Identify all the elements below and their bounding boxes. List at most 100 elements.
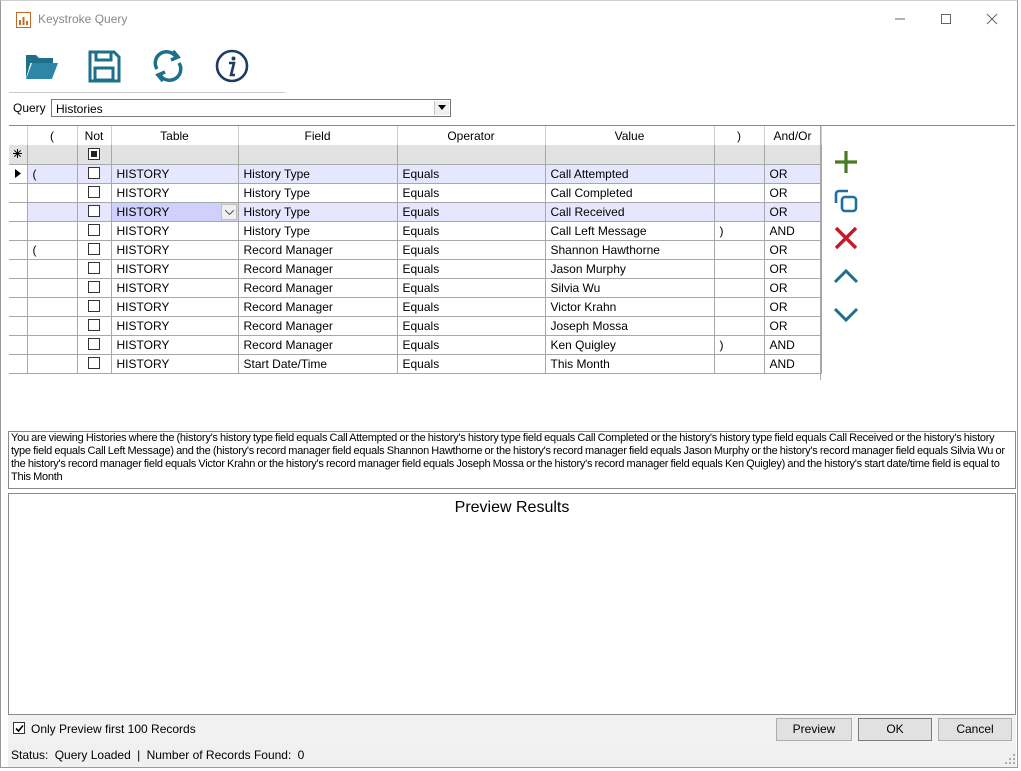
move-up-button[interactable]: [831, 261, 861, 291]
close-paren-cell[interactable]: [714, 259, 765, 279]
new-row[interactable]: [9, 145, 822, 165]
value-cell[interactable]: Joseph Mossa: [545, 316, 715, 336]
column-header-not[interactable]: Not: [77, 126, 112, 145]
not-checkbox[interactable]: [88, 319, 100, 332]
row-selector[interactable]: [9, 335, 28, 355]
new-row-cell[interactable]: [714, 145, 765, 165]
operator-cell[interactable]: Equals: [397, 335, 546, 355]
value-cell[interactable]: Call Completed: [545, 183, 715, 203]
save-button[interactable]: [85, 47, 123, 85]
duplicate-criteria-button[interactable]: [831, 185, 861, 215]
table-dropdown-button[interactable]: [220, 203, 237, 220]
close-paren-cell[interactable]: [714, 316, 765, 336]
table-cell[interactable]: HISTORY: [111, 354, 239, 374]
criteria-row[interactable]: HISTORY Record Manager Equals Ken Quigley) A…: [9, 335, 822, 355]
row-selector[interactable]: [9, 221, 28, 241]
field-cell[interactable]: Record Manager: [238, 278, 398, 298]
criteria-row[interactable]: HISTORY History Type Equals Call Left Messa…: [9, 221, 822, 241]
and-or-cell[interactable]: OR: [764, 202, 822, 222]
column-header-and-or[interactable]: And/Or: [764, 126, 822, 145]
delete-criteria-button[interactable]: [831, 223, 861, 253]
criteria-row[interactable]: HISTORY History Type Equals Call Completed O…: [9, 183, 822, 203]
not-checkbox[interactable]: [88, 224, 100, 237]
table-cell[interactable]: HISTORY: [111, 221, 239, 241]
field-cell[interactable]: History Type: [238, 202, 398, 222]
table-cell[interactable]: HISTORY: [111, 164, 239, 184]
and-or-cell[interactable]: OR: [764, 259, 822, 279]
value-cell[interactable]: Silvia Wu: [545, 278, 715, 298]
field-cell[interactable]: History Type: [238, 221, 398, 241]
table-cell[interactable]: HISTORY: [111, 316, 239, 336]
not-cell[interactable]: [77, 202, 112, 222]
preview-results-area[interactable]: [8, 521, 1016, 715]
and-or-cell[interactable]: OR: [764, 164, 822, 184]
cancel-button[interactable]: Cancel: [938, 718, 1012, 741]
not-checkbox[interactable]: [88, 243, 100, 256]
not-cell[interactable]: [77, 354, 112, 374]
row-selector[interactable]: [9, 202, 28, 222]
open-button[interactable]: [22, 47, 60, 85]
move-down-button[interactable]: [831, 299, 861, 329]
criteria-row[interactable]: HISTORY Record Manager Equals Joseph Mossa O…: [9, 316, 822, 336]
criteria-row[interactable]: (HISTORY History Type Equals Call Attempted…: [9, 164, 822, 184]
not-cell[interactable]: [77, 164, 112, 184]
column-header-close-paren[interactable]: ): [714, 126, 765, 145]
close-paren-cell[interactable]: [714, 354, 765, 374]
open-paren-cell[interactable]: [27, 316, 78, 336]
column-header-open-paren[interactable]: (: [27, 126, 78, 145]
new-row-cell[interactable]: [545, 145, 715, 165]
open-paren-cell[interactable]: [27, 335, 78, 355]
query-select[interactable]: Histories: [51, 99, 451, 117]
field-cell[interactable]: Record Manager: [238, 335, 398, 355]
not-cell[interactable]: [77, 221, 112, 241]
resize-grip-icon[interactable]: [1004, 753, 1016, 765]
table-cell[interactable]: HISTORY: [111, 335, 239, 355]
value-cell[interactable]: Jason Murphy: [545, 259, 715, 279]
operator-cell[interactable]: Equals: [397, 202, 546, 222]
query-select-dropdown[interactable]: [434, 101, 449, 115]
field-cell[interactable]: Record Manager: [238, 297, 398, 317]
new-row-not-cell[interactable]: [77, 145, 112, 165]
operator-cell[interactable]: Equals: [397, 240, 546, 260]
criteria-row[interactable]: HISTORY Record Manager Equals Victor Krahn O…: [9, 297, 822, 317]
preview-button[interactable]: Preview: [776, 718, 852, 741]
not-checkbox[interactable]: [88, 338, 100, 351]
operator-cell[interactable]: Equals: [397, 259, 546, 279]
only-preview-checkbox[interactable]: [13, 722, 25, 734]
value-cell[interactable]: Call Attempted: [545, 164, 715, 184]
row-selector[interactable]: [9, 354, 28, 374]
and-or-cell[interactable]: OR: [764, 297, 822, 317]
column-header-field[interactable]: Field: [238, 126, 398, 145]
column-header-table[interactable]: Table: [111, 126, 239, 145]
not-checkbox[interactable]: [88, 186, 100, 199]
open-paren-cell[interactable]: [27, 278, 78, 298]
and-or-cell[interactable]: AND: [764, 354, 822, 374]
row-selector[interactable]: [9, 259, 28, 279]
not-cell[interactable]: [77, 316, 112, 336]
column-header-value[interactable]: Value: [545, 126, 715, 145]
row-selector[interactable]: [9, 316, 28, 336]
and-or-cell[interactable]: AND: [764, 335, 822, 355]
table-cell[interactable]: HISTORY: [111, 183, 239, 203]
refresh-button[interactable]: [149, 47, 187, 85]
open-paren-cell[interactable]: [27, 202, 78, 222]
not-cell[interactable]: [77, 335, 112, 355]
operator-cell[interactable]: Equals: [397, 278, 546, 298]
open-paren-cell[interactable]: [27, 259, 78, 279]
field-cell[interactable]: Start Date/Time: [238, 354, 398, 374]
close-button[interactable]: [973, 7, 1013, 33]
and-or-cell[interactable]: OR: [764, 316, 822, 336]
maximize-button[interactable]: [927, 7, 967, 33]
new-row-cell[interactable]: [238, 145, 398, 165]
operator-cell[interactable]: Equals: [397, 297, 546, 317]
criteria-row[interactable]: HISTORY History Type Equals Call Received OR: [9, 202, 822, 222]
not-cell[interactable]: [77, 278, 112, 298]
table-cell[interactable]: HISTORY: [111, 278, 239, 298]
operator-cell[interactable]: Equals: [397, 221, 546, 241]
not-cell[interactable]: [77, 240, 112, 260]
value-cell[interactable]: Call Received: [545, 202, 715, 222]
open-paren-cell[interactable]: (: [27, 240, 78, 260]
open-paren-cell[interactable]: [27, 221, 78, 241]
open-paren-cell[interactable]: (: [27, 164, 78, 184]
row-selector[interactable]: [9, 183, 28, 203]
